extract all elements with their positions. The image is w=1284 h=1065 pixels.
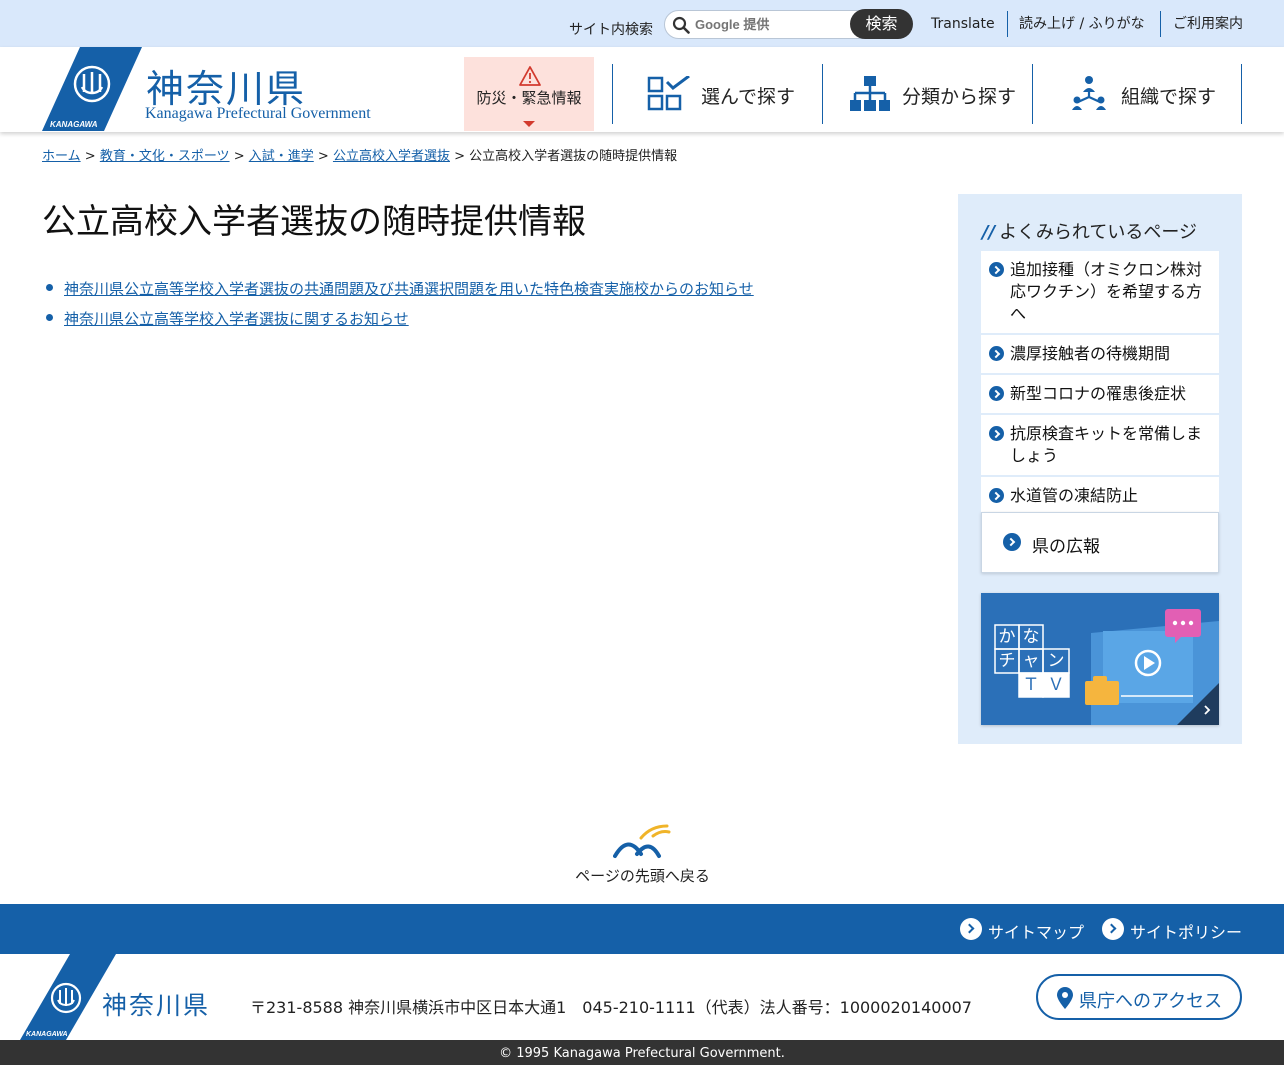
footer-link-bar: サイトマップ サイトポリシー (0, 904, 1284, 954)
popular-heading-text: よくみられているページ (999, 222, 1197, 243)
prefecture-pr-link[interactable]: 県の広報 (981, 512, 1219, 573)
popular-page-label: 水道管の凍結防止 (1010, 486, 1139, 505)
list-item: 神奈川県公立高等学校入学者選抜に関するお知らせ (46, 308, 754, 338)
kanagawa-logo-mark: KANAGAWA (42, 47, 142, 131)
kanachan-tv-banner[interactable]: か な チ ャ ン Ｔ Ｖ (981, 593, 1219, 725)
divider (1007, 11, 1008, 37)
banner-char: チ (998, 651, 1016, 671)
back-to-top-label: ページの先頭へ戻る (575, 867, 710, 885)
pr-label: 県の広報 (1032, 537, 1100, 557)
divider (1160, 11, 1161, 37)
footer-logo-name: 神奈川県 (102, 991, 211, 1020)
nav-label: 組織で探す (1121, 86, 1217, 108)
nav-organization-search[interactable]: 組織で探す (1033, 64, 1241, 124)
site-policy-link[interactable]: サイトポリシー (1102, 918, 1243, 943)
notice-link[interactable]: 神奈川県公立高等学校入学者選抜に関するお知らせ (64, 310, 409, 328)
link-list: 神奈川県公立高等学校入学者選抜の共通問題及び共通選択問題を用いた特色検査実施校か… (46, 278, 754, 338)
footer-address: 〒231-8588 神奈川県横浜市中区日本大通1 045-210-1111（代表… (250, 998, 972, 1017)
sidebar: //よくみられているページ 追加接種（オミクロン株対応ワクチン）を希望する方へ … (958, 194, 1242, 744)
chevron-right-circle-icon (989, 346, 1004, 361)
banner-char: ャ (1022, 651, 1040, 671)
sitemap-link[interactable]: サイトマップ (960, 918, 1085, 943)
logo-mark-text: KANAGAWA (26, 1031, 68, 1038)
breadcrumb-link[interactable]: ホーム (42, 149, 81, 164)
site-header: KANAGAWA 神奈川県 Kanagawa Prefectural Gover… (0, 47, 1284, 132)
popular-page-label: 濃厚接触者の待機期間 (1010, 344, 1171, 363)
top-utility-bar: サイト内検索 検索 Translate 読み上げ / ふりがな ご利用案内 (0, 0, 1284, 47)
popular-page-label: 抗原検査キットを常備しましょう (1010, 424, 1203, 465)
popular-page-link[interactable]: 濃厚接触者の待機期間 (981, 335, 1219, 375)
back-to-top-link[interactable]: ページの先頭へ戻る (570, 822, 715, 892)
breadcrumb-separator: > (233, 149, 245, 164)
site-search-label: サイト内検索 (569, 22, 653, 38)
footer-link-label: サイトマップ (988, 923, 1085, 942)
breadcrumb-separator: > (84, 149, 96, 164)
banner-char: な (1022, 627, 1040, 647)
nav-label: 分類から探す (902, 86, 1017, 108)
hierarchy-icon (850, 76, 890, 111)
nav-category-search[interactable]: 分類から探す (823, 64, 1032, 124)
seagull-icon (613, 824, 671, 858)
popular-page-label: 新型コロナの罹患後症状 (1010, 384, 1187, 403)
divider (1241, 64, 1242, 124)
checklist-grid-icon (647, 76, 690, 111)
breadcrumb-link[interactable]: 公立高校入学者選抜 (333, 149, 450, 164)
organization-icon (1072, 76, 1106, 110)
footer-logo[interactable]: KANAGAWA 神奈川県 (20, 954, 220, 1040)
banner-char: ン (1047, 651, 1065, 671)
popular-page-label: 追加接種（オミクロン株対応ワクチン）を希望する方へ (1010, 260, 1203, 323)
popular-pages-list: 追加接種（オミクロン株対応ワクチン）を希望する方へ 濃厚接触者の待機期間 新型コ… (981, 251, 1219, 515)
breadcrumb-link[interactable]: 教育・文化・スポーツ (100, 149, 230, 164)
map-pin-icon (1057, 987, 1073, 1009)
chevron-right-circle-icon (989, 426, 1004, 441)
chevron-down-icon (523, 121, 535, 127)
breadcrumb-separator: > (317, 149, 329, 164)
page-title: 公立高校入学者選抜の随時提供情報 (42, 202, 586, 242)
double-slash-icon: // (982, 222, 996, 243)
footer: KANAGAWA 神奈川県 〒231-8588 神奈川県横浜市中区日本大通1 0… (0, 954, 1284, 1040)
popular-page-link[interactable]: 水道管の凍結防止 (981, 477, 1219, 515)
search-icon (672, 16, 690, 34)
banner-char: か (998, 627, 1016, 647)
search-input[interactable] (695, 14, 855, 35)
warning-icon (519, 66, 541, 86)
read-aloud-link[interactable]: 読み上げ / ふりがな (1019, 15, 1145, 33)
popular-page-link[interactable]: 新型コロナの罹患後症状 (981, 375, 1219, 415)
chevron-right-circle-icon (989, 386, 1004, 401)
copyright: © 1995 Kanagawa Prefectural Government. (0, 1040, 1284, 1065)
translate-link[interactable]: Translate (931, 15, 995, 33)
chevron-right-circle-icon (960, 918, 982, 940)
breadcrumb-separator: > (454, 149, 466, 164)
nav-label: 選んで探す (701, 86, 796, 108)
access-button[interactable]: 県庁へのアクセス (1036, 974, 1242, 1020)
logo-subtitle: Kanagawa Prefectural Government (145, 105, 371, 122)
popular-pages-heading: //よくみられているページ (982, 218, 1197, 244)
popular-page-link[interactable]: 抗原検査キットを常備しましょう (981, 415, 1219, 477)
chevron-right-circle-icon (989, 262, 1004, 277)
breadcrumb-link[interactable]: 入試・進学 (249, 149, 314, 164)
chevron-right-circle-icon (1003, 533, 1021, 551)
chevron-right-circle-icon (1102, 918, 1124, 940)
chevron-right-circle-icon (989, 488, 1004, 503)
logo-mark-text: KANAGAWA (50, 120, 98, 129)
disaster-info-button[interactable]: 防災・緊急情報 (464, 57, 594, 131)
disaster-info-label: 防災・緊急情報 (476, 89, 582, 107)
banner-char: Ｔ (1022, 675, 1040, 695)
breadcrumb: ホーム > 教育・文化・スポーツ > 入試・進学 > 公立高校入学者選抜 > 公… (42, 145, 677, 164)
guide-link[interactable]: ご利用案内 (1173, 15, 1243, 33)
access-button-label: 県庁へのアクセス (1079, 991, 1223, 1012)
breadcrumb-current: 公立高校入学者選抜の随時提供情報 (469, 149, 678, 164)
search-button[interactable]: 検索 (850, 9, 913, 39)
search-box[interactable] (664, 10, 864, 39)
footer-link-label: サイトポリシー (1130, 923, 1243, 942)
banner-char: Ｖ (1047, 675, 1065, 695)
list-item: 神奈川県公立高等学校入学者選抜の共通問題及び共通選択問題を用いた特色検査実施校か… (46, 278, 754, 308)
site-logo[interactable]: KANAGAWA 神奈川県 Kanagawa Prefectural Gover… (42, 47, 402, 131)
notice-link[interactable]: 神奈川県公立高等学校入学者選抜の共通問題及び共通選択問題を用いた特色検査実施校か… (64, 280, 754, 298)
nav-select-search[interactable]: 選んで探す (613, 64, 822, 124)
popular-page-link[interactable]: 追加接種（オミクロン株対応ワクチン）を希望する方へ (981, 251, 1219, 335)
